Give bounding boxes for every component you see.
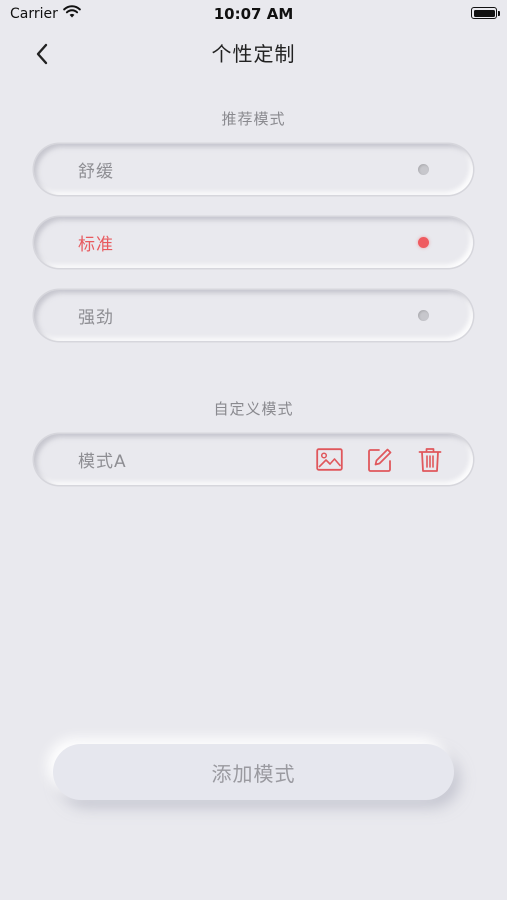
status-time: 10:07 AM: [213, 5, 294, 23]
edit-icon[interactable]: [366, 446, 393, 473]
mode-option-soothing[interactable]: 舒缓: [34, 144, 473, 195]
page-title: 个性定制: [211, 41, 296, 66]
radio-indicator: [418, 310, 429, 321]
add-mode-button[interactable]: 添加模式: [53, 744, 454, 800]
image-icon[interactable]: [316, 446, 343, 473]
wifi-icon: [63, 5, 81, 22]
recommended-section-title: 推荐模式: [221, 110, 286, 128]
chevron-left-icon: [36, 43, 48, 65]
status-left: Carrier: [10, 5, 81, 22]
mode-option-standard[interactable]: 标准: [34, 217, 473, 268]
battery-fill: [473, 9, 495, 17]
status-bar: Carrier 10:07 AM: [0, 0, 507, 28]
custom-section-title: 自定义模式: [213, 400, 294, 418]
custom-mode-label: 模式A: [78, 452, 127, 472]
carrier-label: Carrier: [10, 5, 58, 22]
back-button[interactable]: [28, 40, 56, 68]
mode-option-label: 强劲: [78, 308, 114, 328]
custom-mode-actions: [316, 446, 443, 473]
custom-mode-item[interactable]: 模式A: [34, 434, 473, 485]
battery-icon: [471, 7, 500, 19]
radio-indicator: [418, 164, 429, 175]
nav-bar: 个性定制: [0, 28, 507, 76]
mode-option-label: 舒缓: [78, 162, 114, 182]
mode-option-label: 标准: [78, 235, 114, 255]
delete-icon[interactable]: [416, 446, 443, 473]
mode-option-strong[interactable]: 强劲: [34, 290, 473, 341]
radio-indicator: [418, 237, 429, 248]
